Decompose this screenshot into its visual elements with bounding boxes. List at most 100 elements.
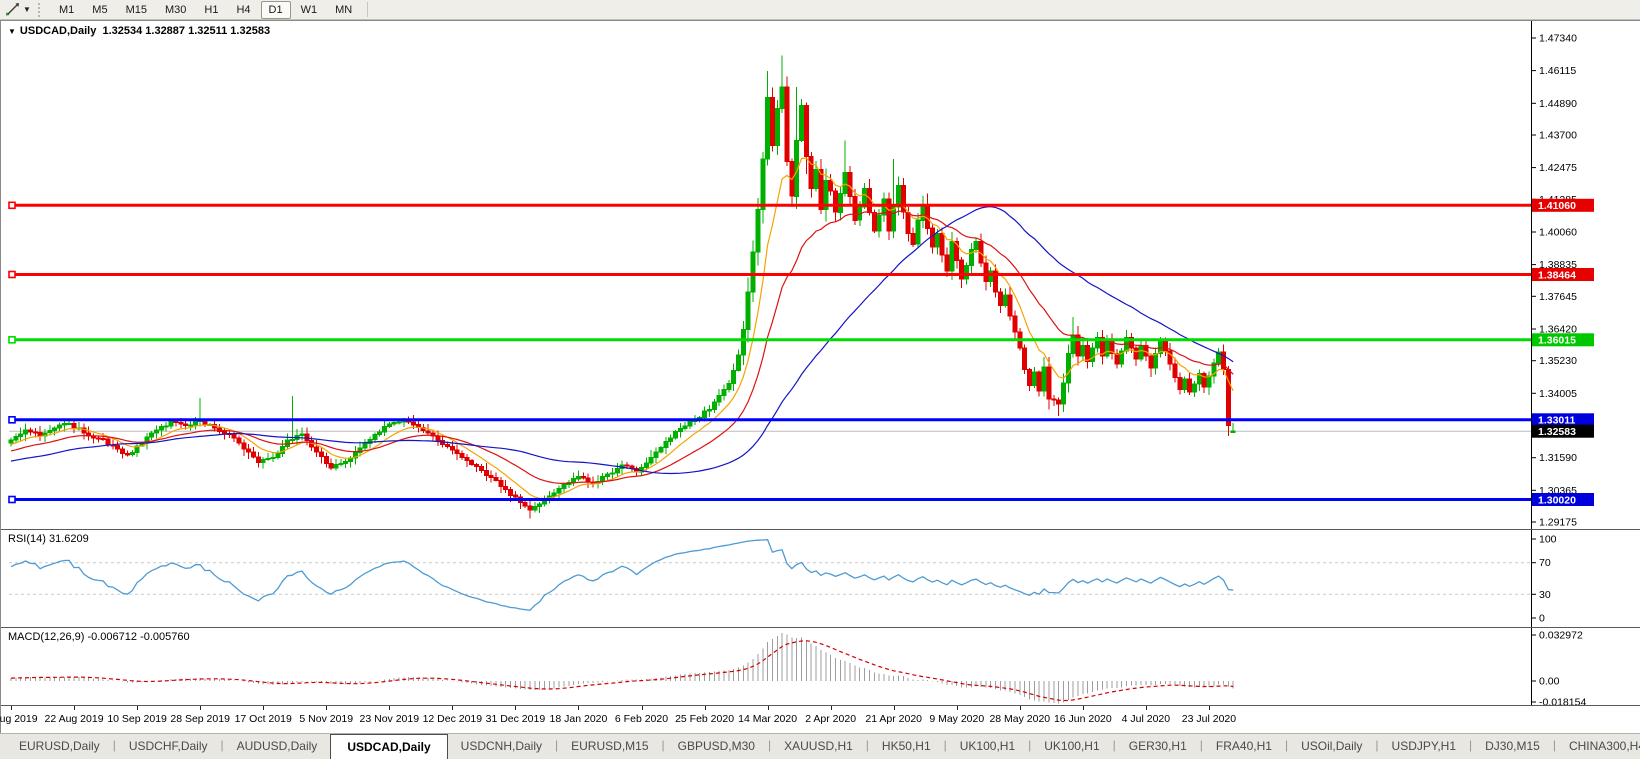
bullish-candles: [9, 56, 1235, 513]
price-tag-1.33011: 1.33011: [1532, 413, 1594, 426]
date-tick: [137, 706, 138, 710]
mt4-terminal: ▼ M1M5M15M30H1H4D1W1MN 1.47340 1.46115 1.4…: [0, 0, 1640, 759]
chart-tab-dj30-m15[interactable]: DJ30,M15: [1472, 734, 1553, 759]
svg-text:1.32583: 1.32583: [1538, 426, 1576, 438]
date-tick: [1209, 706, 1210, 710]
date-tick: [1020, 706, 1021, 710]
date-tick: [452, 706, 453, 710]
date-label: 31 Dec 2019: [486, 713, 546, 725]
timeframe-button-h4[interactable]: H4: [228, 1, 258, 19]
date-label: 9 May 2020: [929, 713, 984, 725]
chart-tab-xauusd-h1[interactable]: XAUUSD,H1: [771, 734, 866, 759]
candlestick-chart[interactable]: 1.473401.461151.448901.437001.424751.412…: [1, 21, 1640, 529]
chart-tab-fra40-h1[interactable]: FRA40,H1: [1203, 734, 1285, 759]
date-label: 21 Apr 2020: [865, 713, 922, 725]
svg-text:1.29175: 1.29175: [1539, 517, 1577, 529]
chart-tab-usdcnh-daily[interactable]: USDCNH,Daily: [448, 734, 555, 759]
price-tag-1.38464: 1.38464: [1532, 268, 1594, 281]
timeframe-button-m1[interactable]: M1: [51, 1, 82, 19]
svg-text:70: 70: [1539, 557, 1551, 569]
chart-tab-ger30-h1[interactable]: GER30,H1: [1116, 734, 1200, 759]
price-tag-1.41060: 1.41060: [1532, 199, 1594, 212]
chart-tab-hk50-h1[interactable]: HK50,H1: [869, 734, 944, 759]
line-tool-icon[interactable]: [3, 2, 21, 18]
toolbar-separator: [367, 2, 368, 17]
chart-tab-eurusd-m15[interactable]: EURUSD,M15: [558, 734, 661, 759]
hline-handle[interactable]: [9, 272, 15, 278]
chart-tab-eurusd-daily[interactable]: EURUSD,Daily: [6, 734, 113, 759]
toolbar-grip: [38, 3, 45, 17]
collapse-triangle-icon[interactable]: ▼: [8, 27, 16, 36]
date-label: 23 Nov 2019: [360, 713, 420, 725]
timeframe-button-m30[interactable]: M30: [157, 1, 194, 19]
date-label: 10 Sep 2019: [107, 713, 167, 725]
chart-tab-usdcad-daily[interactable]: USDCAD,Daily: [330, 734, 447, 759]
symbol-label: USDCAD,Daily: [20, 25, 96, 37]
date-tick: [831, 706, 832, 710]
svg-text:1.44890: 1.44890: [1539, 98, 1577, 110]
date-tick: [705, 706, 706, 710]
hline-handle[interactable]: [9, 337, 15, 343]
rsi-panel[interactable]: 10070300 RSI(14) 31.6209: [1, 530, 1640, 628]
macd-panel[interactable]: 0.0329720.00-0.018154 MACD(12,26,9) -0.0…: [1, 628, 1640, 706]
chart-tab-china300-h4[interactable]: CHINA300,H4: [1556, 734, 1640, 759]
date-tick: [515, 706, 516, 710]
hline-handle[interactable]: [9, 417, 15, 423]
timeframe-button-mn[interactable]: MN: [327, 1, 360, 19]
svg-text:1.40060: 1.40060: [1539, 227, 1577, 239]
svg-text:30: 30: [1539, 589, 1551, 601]
svg-text:1.41060: 1.41060: [1538, 200, 1576, 212]
svg-text:1.37645: 1.37645: [1539, 291, 1577, 303]
date-label: 22 Aug 2019: [45, 713, 104, 725]
date-axis[interactable]: 3 Aug 201922 Aug 201910 Sep 201928 Sep 2…: [1, 706, 1640, 733]
date-tick: [1146, 706, 1147, 710]
svg-text:100: 100: [1539, 534, 1557, 546]
date-label: 4 Jul 2020: [1122, 713, 1170, 725]
date-tick: [326, 706, 327, 710]
date-tick: [200, 706, 201, 710]
date-tick: [768, 706, 769, 710]
timeframe-button-w1[interactable]: W1: [293, 1, 326, 19]
chart-tab-uk100-h1[interactable]: UK100,H1: [947, 734, 1028, 759]
price-chart-panel[interactable]: 1.473401.461151.448901.437001.424751.412…: [1, 21, 1640, 530]
hline-handle[interactable]: [9, 497, 15, 503]
svg-text:1.31590: 1.31590: [1539, 452, 1577, 464]
chart-tab-usdjpy-h1[interactable]: USDJPY,H1: [1379, 734, 1469, 759]
date-label: 2 Apr 2020: [805, 713, 856, 725]
date-tick: [642, 706, 643, 710]
price-tag-1.32583: 1.32583: [1532, 425, 1594, 438]
date-label: 17 Oct 2019: [235, 713, 292, 725]
chart-tab-audusd-daily[interactable]: AUDUSD,Daily: [224, 734, 331, 759]
ma-medium-line: [11, 211, 1233, 483]
dropdown-caret-icon[interactable]: ▼: [21, 5, 33, 14]
date-label: 28 May 2020: [989, 713, 1050, 725]
date-label: 28 Sep 2019: [170, 713, 230, 725]
svg-text:1.42475: 1.42475: [1539, 162, 1577, 174]
timeframe-button-h1[interactable]: H1: [196, 1, 226, 19]
hline-handle[interactable]: [9, 202, 15, 208]
timeframe-button-m5[interactable]: M5: [84, 1, 115, 19]
bearish-candles: [28, 77, 1230, 519]
date-label: 5 Nov 2019: [299, 713, 353, 725]
chart-window: 1.473401.461151.448901.437001.424751.412…: [0, 20, 1640, 733]
ohlc-values: 1.32534 1.32887 1.32511 1.32583: [102, 25, 270, 37]
chart-tab-gbpusd-m30[interactable]: GBPUSD,M30: [665, 734, 768, 759]
svg-text:0: 0: [1539, 613, 1545, 625]
chart-tab-usdchf-daily[interactable]: USDCHF,Daily: [116, 734, 221, 759]
svg-text:0.032972: 0.032972: [1539, 630, 1583, 642]
macd-label: MACD(12,26,9) -0.006712 -0.005760: [8, 631, 190, 643]
date-label: 25 Feb 2020: [675, 713, 734, 725]
timeframe-button-d1[interactable]: D1: [261, 1, 291, 19]
date-tick: [894, 706, 895, 710]
svg-text:1.38464: 1.38464: [1538, 269, 1576, 281]
rsi-scale: 100 70 30 0: [9, 530, 1640, 627]
date-tick: [263, 706, 264, 710]
timeframe-button-m15[interactable]: M15: [118, 1, 155, 19]
svg-text:1.43700: 1.43700: [1539, 130, 1577, 142]
chart-tab-usoil-daily[interactable]: USOil,Daily: [1288, 734, 1375, 759]
svg-text:1.46115: 1.46115: [1539, 65, 1576, 77]
svg-text:1.47340: 1.47340: [1539, 33, 1577, 45]
macd-chart[interactable]: 0.0329720.00-0.018154: [1, 628, 1640, 705]
rsi-chart[interactable]: 100 70 30 0: [1, 530, 1640, 627]
chart-tab-uk100-h1[interactable]: UK100,H1: [1031, 734, 1112, 759]
